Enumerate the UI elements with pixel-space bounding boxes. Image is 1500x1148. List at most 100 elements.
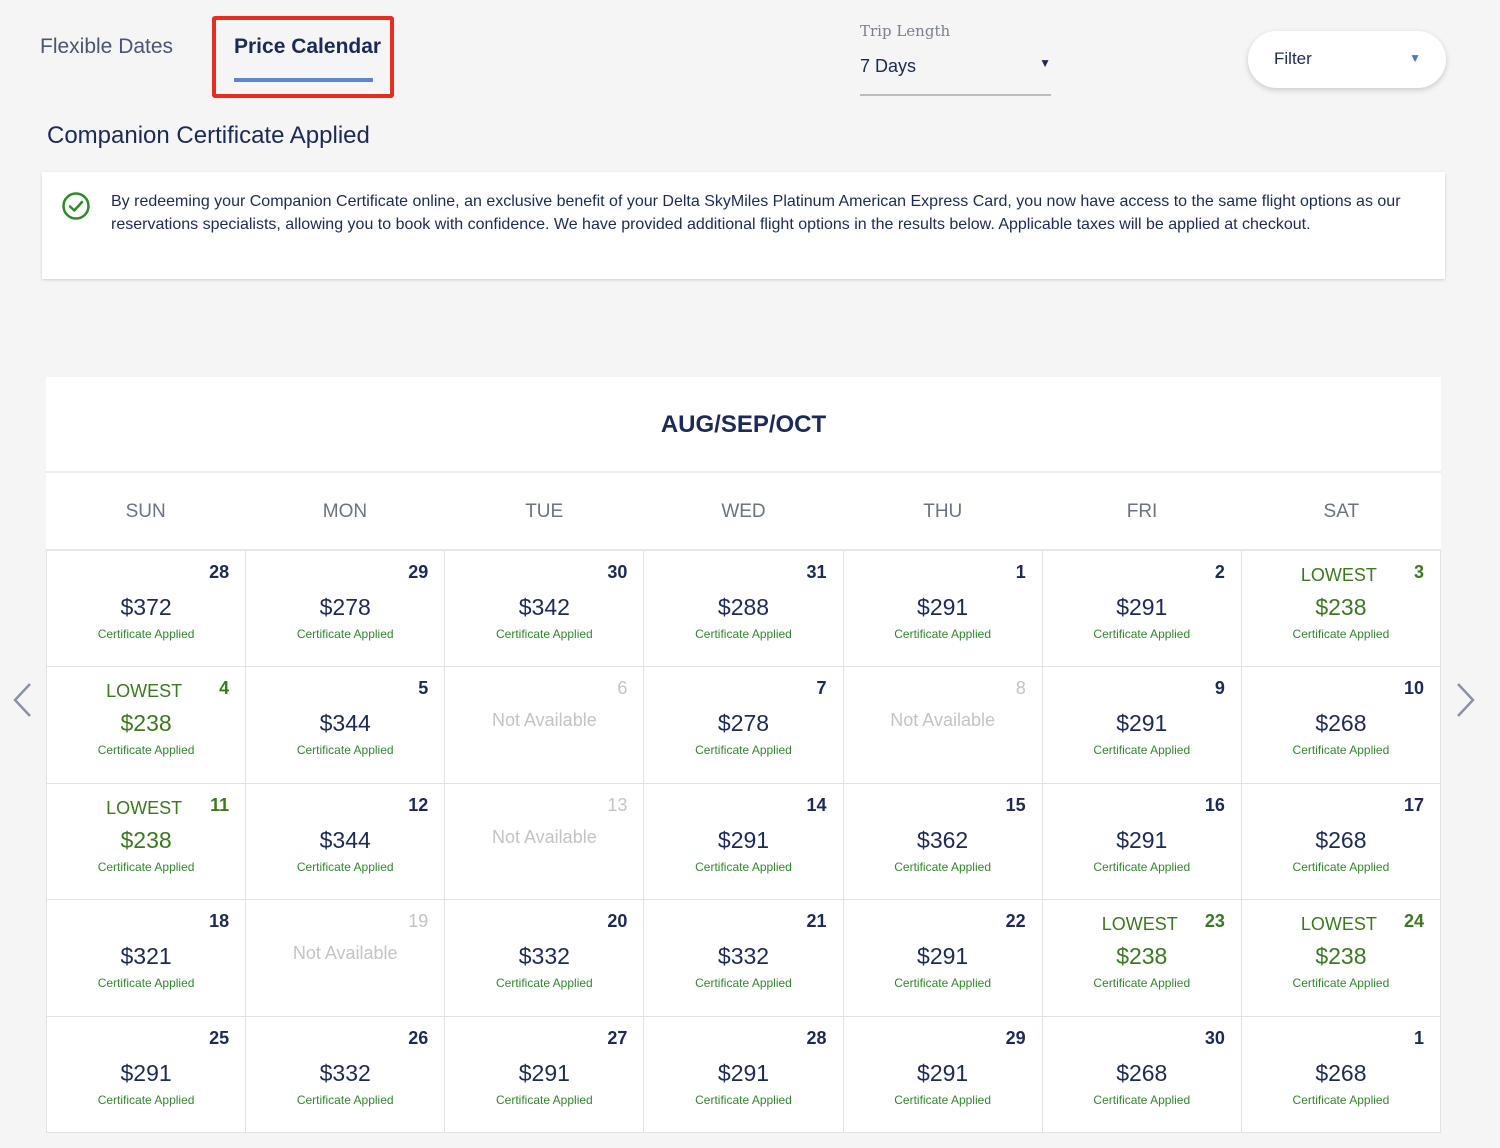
calendar-day-cell: 13 Not Available — [445, 783, 645, 901]
calendar-day-cell[interactable]: 30 $268 Certificate Applied — [1042, 1016, 1242, 1133]
weekday-label: TUE — [525, 501, 564, 522]
calendar-day-cell[interactable]: 14 $291 Certificate Applied — [644, 783, 844, 901]
lowest-badge: LOWEST — [1300, 914, 1377, 935]
certificate-applied-label: Certificate Applied — [1292, 743, 1390, 758]
day-number: 13 — [607, 794, 628, 815]
chevron-left-icon[interactable] — [10, 681, 34, 719]
calendar-day-cell: 6 Not Available — [445, 667, 645, 784]
caret-down-icon: ▼ — [1039, 56, 1051, 70]
calendar-grid: 28 $372 Certificate Applied 29 $278 Certifica… — [46, 551, 1441, 1133]
certificate-applied-label: Certificate Applied — [1093, 627, 1191, 641]
certificate-applied-label: Certificate Applied — [894, 976, 991, 991]
weekday-label: THU — [923, 501, 963, 522]
day-number: 21 — [806, 911, 827, 932]
fare-price: $268 — [1315, 710, 1367, 737]
day-number: 5 — [418, 678, 429, 699]
day-number: 9 — [1214, 678, 1225, 699]
certificate-applied-label: Certificate Applied — [1292, 1092, 1390, 1107]
lowest-badge: LOWEST — [1300, 565, 1377, 585]
certificate-applied-label: Certificate Applied — [296, 859, 394, 874]
certificate-applied-label: Certificate Applied — [894, 627, 991, 641]
calendar-day-cell[interactable]: 1 $268 Certificate Applied — [1241, 1016, 1441, 1133]
calendar-day-cell[interactable]: 22 $291 Certificate Applied — [843, 900, 1043, 1017]
calendar-day-cell: 19 Not Available — [246, 900, 446, 1017]
lowest-badge: LOWEST — [106, 681, 183, 702]
calendar-day-cell[interactable]: 28 $372 Certificate Applied — [47, 551, 247, 668]
certificate-applied-label: Certificate Applied — [1093, 859, 1191, 874]
calendar-day-cell[interactable]: 12 $344 Certificate Applied — [246, 783, 446, 901]
trip-length-select[interactable]: 7 Days ▼ — [860, 54, 1051, 96]
filter-label: Filter — [1274, 49, 1312, 68]
calendar-day-cell[interactable]: 23 LOWEST $238 Certificate Applied — [1042, 900, 1242, 1017]
chevron-right-icon[interactable] — [1454, 681, 1478, 719]
fare-price: $278 — [717, 710, 770, 737]
fare-price: $291 — [917, 943, 969, 970]
calendar-day-cell[interactable]: 1 $291 Certificate Applied — [843, 551, 1043, 668]
certificate-applied-label: Certificate Applied — [1292, 976, 1390, 991]
calendar-day-cell[interactable]: 20 $332 Certificate Applied — [445, 900, 645, 1017]
certificate-applied-label: Certificate Applied — [296, 627, 394, 641]
fare-price: $332 — [717, 943, 770, 970]
certificate-applied-label: Certificate Applied — [695, 1092, 792, 1107]
calendar-day-cell[interactable]: 24 LOWEST $238 Certificate Applied — [1241, 900, 1441, 1017]
day-number: 29 — [408, 562, 429, 582]
fare-price: $291 — [518, 1059, 570, 1086]
not-available-label: Not Available — [491, 710, 597, 731]
calendar-day-cell[interactable]: 27 $291 Certificate Applied — [445, 1016, 645, 1133]
certificate-applied-label: Certificate Applied — [495, 1092, 593, 1107]
day-number: 31 — [806, 562, 827, 582]
calendar-day-cell[interactable]: 15 $362 Certificate Applied — [843, 783, 1043, 901]
calendar-day-cell[interactable]: 26 $332 Certificate Applied — [246, 1016, 446, 1133]
calendar-day-cell[interactable]: 11 LOWEST $238 Certificate Applied — [47, 783, 247, 901]
certificate-applied-label: Certificate Applied — [495, 976, 593, 991]
highlight-annotation-box — [212, 16, 394, 98]
fare-price: $291 — [717, 1059, 770, 1086]
filter-dropdown-button[interactable]: Filter ▼ — [1248, 31, 1446, 88]
calendar-day-cell[interactable]: 3 LOWEST $238 Certificate Applied — [1241, 551, 1441, 668]
calendar-day-cell[interactable]: 2 $291 Certificate Applied — [1042, 551, 1242, 668]
calendar-day-cell[interactable]: 10 $268 Certificate Applied — [1241, 667, 1441, 784]
calendar-day-cell[interactable]: 16 $291 Certificate Applied — [1042, 783, 1242, 901]
calendar-day-cell[interactable]: 7 $278 Certificate Applied — [644, 667, 844, 784]
calendar-day-cell[interactable]: 25 $291 Certificate Applied — [47, 1016, 247, 1133]
day-number: 10 — [1403, 678, 1424, 699]
day-number: 16 — [1204, 794, 1225, 815]
calendar-day-cell[interactable]: 18 $321 Certificate Applied — [47, 900, 247, 1017]
day-number: 19 — [408, 911, 429, 932]
day-number: 20 — [607, 911, 628, 932]
day-number: 1 — [1413, 1027, 1424, 1048]
calendar-day-cell[interactable]: 4 LOWEST $238 Certificate Applied — [47, 667, 247, 784]
day-number: 30 — [607, 562, 628, 582]
calendar-day-cell[interactable]: 30 $342 Certificate Applied — [445, 551, 645, 668]
weekday-label: WED — [721, 501, 766, 522]
calendar-day-cell[interactable]: 31 $288 Certificate Applied — [644, 551, 844, 668]
fare-price: $344 — [319, 826, 371, 853]
day-number: 6 — [617, 678, 628, 699]
calendar-day-cell[interactable]: 9 $291 Certificate Applied — [1042, 667, 1242, 784]
day-number: 28 — [806, 1027, 827, 1048]
fare-price: $342 — [518, 594, 570, 620]
calendar-day-cell[interactable]: 29 $291 Certificate Applied — [843, 1016, 1043, 1133]
tab-flexible-dates[interactable]: Flexible Dates — [40, 35, 173, 59]
day-number: 14 — [806, 794, 827, 815]
lowest-badge: LOWEST — [106, 797, 183, 818]
price-calendar: AUG/SEP/OCT SUN MON TUE WED THU FRI SAT … — [46, 377, 1441, 1133]
lowest-badge: LOWEST — [1101, 914, 1178, 935]
weekday-label: FRI — [1126, 501, 1158, 522]
weekday-label: SAT — [1323, 501, 1360, 522]
day-number: 2 — [1214, 562, 1225, 582]
certificate-applied-label: Certificate Applied — [695, 859, 792, 874]
calendar-day-cell: 8 Not Available — [843, 667, 1043, 784]
fare-price: $238 — [1315, 594, 1367, 620]
fare-price: $268 — [1315, 826, 1367, 853]
calendar-day-cell[interactable]: 29 $278 Certificate Applied — [246, 551, 446, 668]
certificate-applied-label: Certificate Applied — [97, 976, 195, 991]
certificate-applied-label: Certificate Applied — [894, 1092, 991, 1107]
fare-price: $344 — [319, 710, 371, 737]
day-number: 8 — [1015, 678, 1026, 699]
certificate-applied-label: Certificate Applied — [1093, 743, 1191, 758]
calendar-day-cell[interactable]: 17 $268 Certificate Applied — [1241, 783, 1441, 901]
calendar-day-cell[interactable]: 21 $332 Certificate Applied — [644, 900, 844, 1017]
calendar-day-cell[interactable]: 5 $344 Certificate Applied — [246, 667, 446, 784]
calendar-day-cell[interactable]: 28 $291 Certificate Applied — [644, 1016, 844, 1133]
